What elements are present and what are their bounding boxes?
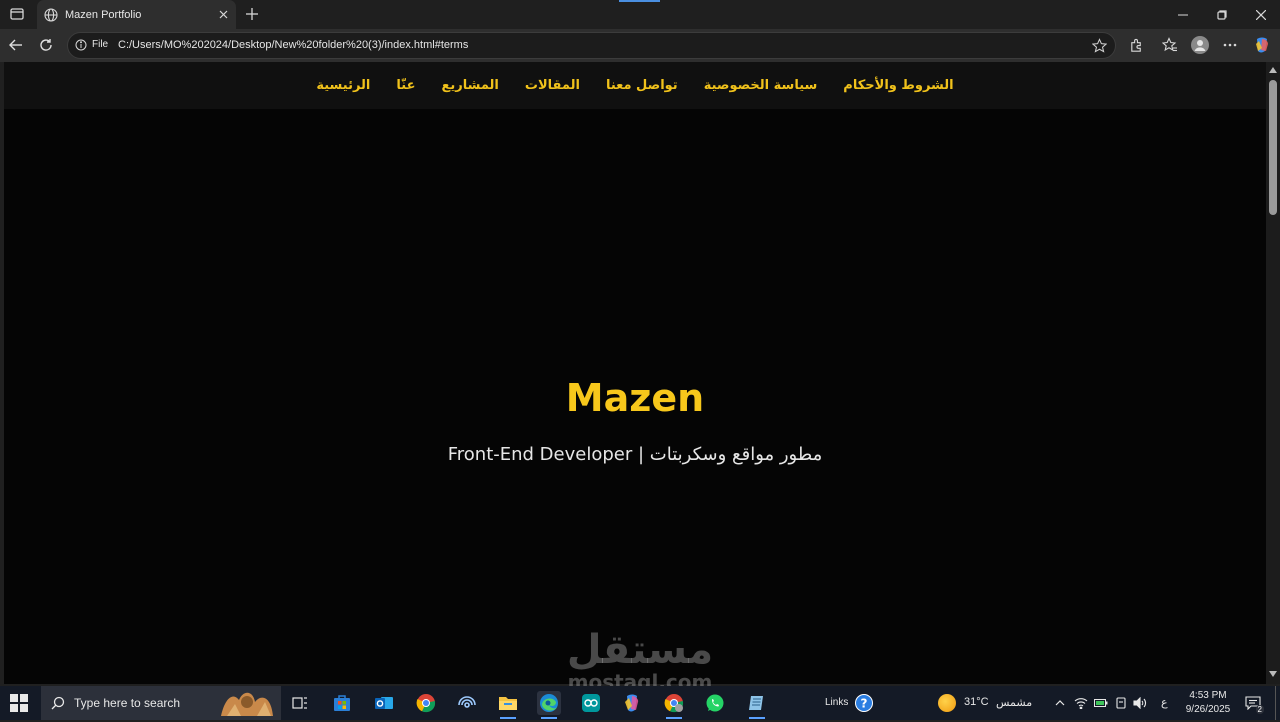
- taskbar: Type here to search Links ? 31°C مشمس ع …: [0, 686, 1280, 720]
- restore-icon[interactable]: [1203, 0, 1241, 29]
- nav-link-privacy[interactable]: سياسة الخصوصية: [704, 78, 818, 93]
- svg-text:?: ?: [861, 697, 868, 711]
- plus-icon[interactable]: [243, 5, 261, 23]
- nav-link-about[interactable]: عنّا: [396, 78, 415, 93]
- file-label: File: [92, 39, 109, 50]
- reload-icon[interactable]: [36, 35, 56, 55]
- scroll-up-icon[interactable]: [1269, 67, 1277, 75]
- show-desktop-button[interactable]: [1275, 686, 1276, 720]
- chrome-profile-icon[interactable]: [662, 691, 686, 719]
- close-icon[interactable]: [216, 8, 230, 22]
- copilot-app-icon[interactable]: [620, 691, 644, 715]
- star-icon[interactable]: [1092, 38, 1108, 54]
- whatsapp-icon[interactable]: [703, 691, 727, 715]
- tab-title: Mazen Portfolio: [65, 8, 142, 21]
- page-scrollbar[interactable]: [1266, 62, 1280, 684]
- edge-icon[interactable]: [537, 691, 561, 719]
- page-viewport: الشروط والأحكام سياسة الخصوصية تواصل معن…: [4, 62, 1266, 684]
- nav-link-home[interactable]: الرئيسية: [316, 78, 370, 93]
- volume-icon[interactable]: [1133, 696, 1147, 710]
- copilot-icon[interactable]: [1253, 36, 1271, 54]
- network-icon[interactable]: [1074, 696, 1088, 710]
- file-explorer-icon[interactable]: [496, 691, 520, 719]
- address-bar[interactable]: File C:/Users/MO%202024/Desktop/New%20fo…: [67, 32, 1116, 59]
- windows-start-icon[interactable]: [10, 694, 28, 712]
- site-nav: الشروط والأحكام سياسة الخصوصية تواصل معن…: [4, 62, 1266, 109]
- nav-link-contact[interactable]: تواصل معنا: [606, 78, 678, 93]
- arduino-icon[interactable]: [579, 691, 603, 715]
- info-icon[interactable]: [75, 39, 88, 52]
- tab-mazen-portfolio[interactable]: Mazen Portfolio: [37, 0, 236, 29]
- microsoft-store-icon[interactable]: [330, 691, 354, 715]
- browser-toolbar: File C:/Users/MO%202024/Desktop/New%20fo…: [0, 29, 1280, 62]
- weather-condition[interactable]: مشمس: [996, 696, 1032, 709]
- tab-strip: Mazen Portfolio: [0, 0, 1280, 29]
- battery-icon[interactable]: [1094, 696, 1108, 710]
- url-text[interactable]: C:/Users/MO%202024/Desktop/New%20folder%…: [118, 39, 468, 51]
- task-view-icon[interactable]: [288, 691, 312, 715]
- notepad-app-icon[interactable]: [745, 691, 769, 719]
- hero-name: Mazen: [565, 376, 705, 420]
- nav-link-projects[interactable]: المشاريع: [441, 78, 498, 93]
- back-icon[interactable]: [6, 35, 26, 55]
- input-language[interactable]: ع: [1161, 696, 1168, 709]
- running-indicator: [749, 717, 765, 719]
- running-indicator: [666, 717, 682, 719]
- links-toolbar-label[interactable]: Links: [825, 697, 848, 708]
- outlook-icon[interactable]: [372, 691, 396, 715]
- running-indicator: [500, 717, 516, 719]
- scrollbar-thumb[interactable]: [1269, 80, 1277, 215]
- help-icon[interactable]: ?: [852, 691, 876, 715]
- globe-icon: [44, 7, 58, 22]
- minimize-icon[interactable]: [1164, 0, 1202, 29]
- window-close-icon[interactable]: [1242, 0, 1280, 29]
- system-clock[interactable]: 4:53 PM 9/26/2025: [1178, 689, 1238, 717]
- hero-subtitle: مطور مواقع وسكربتات | Front-End Develope…: [447, 444, 823, 465]
- meet-now-icon[interactable]: [1114, 696, 1128, 710]
- sun-icon[interactable]: [938, 694, 956, 712]
- profile-icon[interactable]: [1191, 36, 1209, 54]
- search-icon: [51, 696, 65, 710]
- search-placeholder: Type here to search: [74, 696, 181, 710]
- running-indicator: [541, 717, 557, 719]
- search-highlight-art-icon: [217, 688, 277, 718]
- chrome-icon[interactable]: [414, 691, 438, 715]
- scroll-down-icon[interactable]: [1269, 671, 1277, 679]
- favorites-icon[interactable]: [1161, 36, 1179, 54]
- weather-temperature[interactable]: 31°C: [964, 696, 989, 708]
- extensions-icon[interactable]: [1127, 36, 1145, 54]
- chevron-up-icon[interactable]: [1053, 696, 1067, 710]
- notification-count: 2: [1255, 705, 1264, 714]
- tab-accent-line: [619, 0, 660, 2]
- clock-time: 4:53 PM: [1189, 690, 1227, 701]
- taskbar-search[interactable]: Type here to search: [41, 686, 281, 720]
- notification-icon[interactable]: 2: [1244, 695, 1264, 714]
- tab-actions-icon[interactable]: [6, 5, 28, 23]
- nav-link-terms[interactable]: الشروط والأحكام: [843, 78, 953, 93]
- clock-date: 9/26/2025: [1185, 704, 1231, 715]
- nav-link-articles[interactable]: المقالات: [525, 78, 580, 93]
- wifi-app-icon[interactable]: [455, 691, 479, 715]
- more-icon[interactable]: [1221, 36, 1239, 54]
